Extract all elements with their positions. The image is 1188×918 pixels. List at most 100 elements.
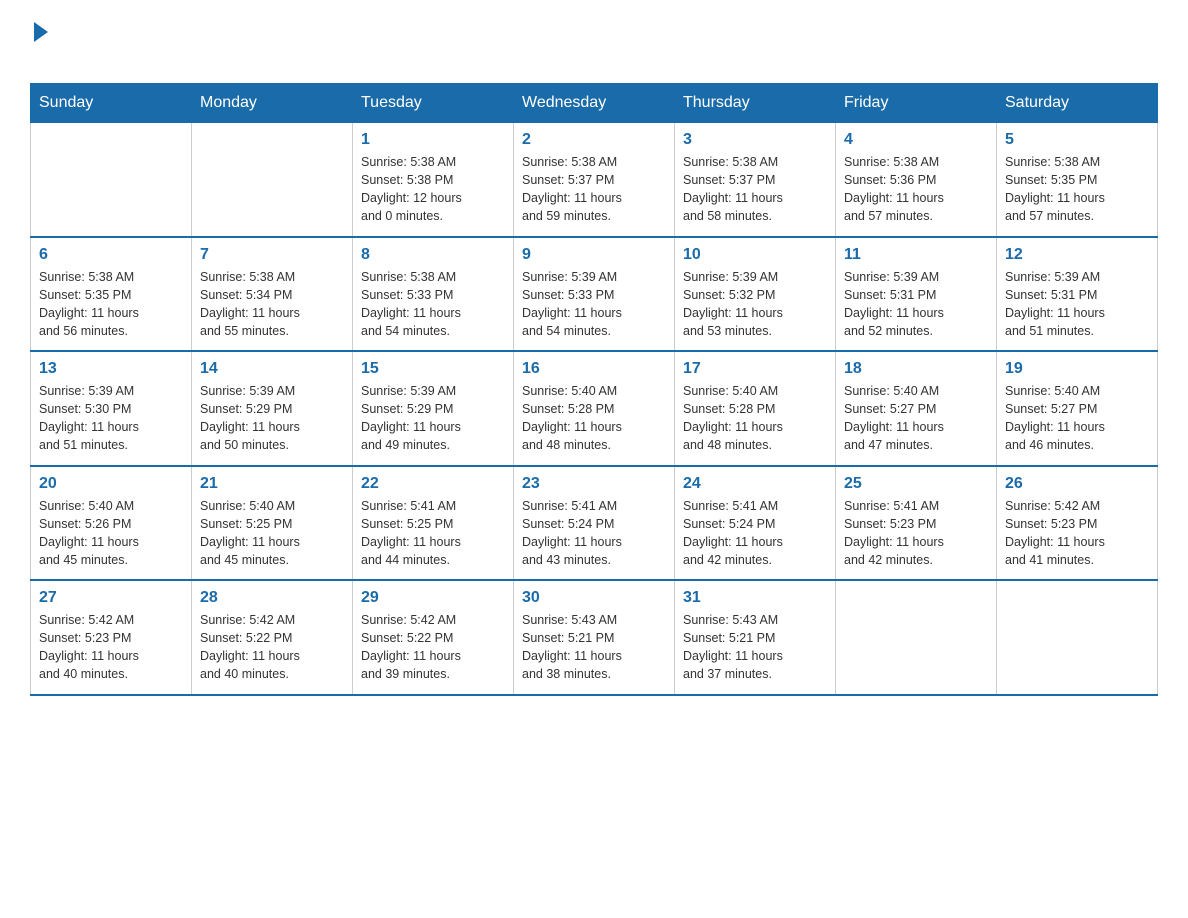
- day-info: Sunrise: 5:38 AM Sunset: 5:38 PM Dayligh…: [361, 153, 505, 226]
- column-header-friday: Friday: [836, 84, 997, 123]
- logo: [30, 20, 48, 73]
- column-header-thursday: Thursday: [675, 84, 836, 123]
- calendar-cell: 19 Sunrise: 5:40 AM Sunset: 5:27 PM Dayli…: [997, 351, 1158, 466]
- calendar-cell: 16 Sunrise: 5:40 AM Sunset: 5:28 PM Dayli…: [514, 351, 675, 466]
- day-info: Sunrise: 5:40 AM Sunset: 5:26 PM Dayligh…: [39, 497, 183, 570]
- calendar-cell: 18 Sunrise: 5:40 AM Sunset: 5:27 PM Dayli…: [836, 351, 997, 466]
- day-info: Sunrise: 5:38 AM Sunset: 5:34 PM Dayligh…: [200, 268, 344, 341]
- calendar-header-row: SundayMondayTuesdayWednesdayThursdayFrid…: [31, 84, 1158, 123]
- calendar-week-row: 13 Sunrise: 5:39 AM Sunset: 5:30 PM Dayli…: [31, 351, 1158, 466]
- calendar-cell: 11 Sunrise: 5:39 AM Sunset: 5:31 PM Dayli…: [836, 237, 997, 352]
- calendar-cell: 29 Sunrise: 5:42 AM Sunset: 5:22 PM Dayli…: [353, 580, 514, 695]
- day-number: 18: [844, 360, 988, 378]
- calendar-cell: 20 Sunrise: 5:40 AM Sunset: 5:26 PM Dayli…: [31, 466, 192, 581]
- calendar-cell: [192, 123, 353, 237]
- day-info: Sunrise: 5:39 AM Sunset: 5:32 PM Dayligh…: [683, 268, 827, 341]
- day-number: 30: [522, 589, 666, 607]
- calendar-cell: 8 Sunrise: 5:38 AM Sunset: 5:33 PM Daylig…: [353, 237, 514, 352]
- day-number: 6: [39, 246, 183, 264]
- day-info: Sunrise: 5:42 AM Sunset: 5:23 PM Dayligh…: [1005, 497, 1149, 570]
- day-info: Sunrise: 5:42 AM Sunset: 5:22 PM Dayligh…: [200, 611, 344, 684]
- day-number: 28: [200, 589, 344, 607]
- calendar-cell: 25 Sunrise: 5:41 AM Sunset: 5:23 PM Dayli…: [836, 466, 997, 581]
- day-info: Sunrise: 5:39 AM Sunset: 5:31 PM Dayligh…: [844, 268, 988, 341]
- day-number: 26: [1005, 475, 1149, 493]
- calendar-cell: 24 Sunrise: 5:41 AM Sunset: 5:24 PM Dayli…: [675, 466, 836, 581]
- day-number: 21: [200, 475, 344, 493]
- day-info: Sunrise: 5:39 AM Sunset: 5:30 PM Dayligh…: [39, 382, 183, 455]
- day-info: Sunrise: 5:40 AM Sunset: 5:27 PM Dayligh…: [1005, 382, 1149, 455]
- column-header-wednesday: Wednesday: [514, 84, 675, 123]
- day-number: 3: [683, 131, 827, 149]
- day-number: 24: [683, 475, 827, 493]
- day-number: 16: [522, 360, 666, 378]
- calendar-table: SundayMondayTuesdayWednesdayThursdayFrid…: [30, 83, 1158, 696]
- day-number: 13: [39, 360, 183, 378]
- calendar-week-row: 6 Sunrise: 5:38 AM Sunset: 5:35 PM Daylig…: [31, 237, 1158, 352]
- calendar-cell: 15 Sunrise: 5:39 AM Sunset: 5:29 PM Dayli…: [353, 351, 514, 466]
- day-info: Sunrise: 5:39 AM Sunset: 5:29 PM Dayligh…: [200, 382, 344, 455]
- column-header-sunday: Sunday: [31, 84, 192, 123]
- calendar-week-row: 20 Sunrise: 5:40 AM Sunset: 5:26 PM Dayli…: [31, 466, 1158, 581]
- calendar-cell: 2 Sunrise: 5:38 AM Sunset: 5:37 PM Daylig…: [514, 123, 675, 237]
- day-info: Sunrise: 5:39 AM Sunset: 5:29 PM Dayligh…: [361, 382, 505, 455]
- day-info: Sunrise: 5:41 AM Sunset: 5:24 PM Dayligh…: [522, 497, 666, 570]
- calendar-cell: 26 Sunrise: 5:42 AM Sunset: 5:23 PM Dayli…: [997, 466, 1158, 581]
- calendar-cell: 10 Sunrise: 5:39 AM Sunset: 5:32 PM Dayli…: [675, 237, 836, 352]
- day-number: 17: [683, 360, 827, 378]
- day-info: Sunrise: 5:40 AM Sunset: 5:27 PM Dayligh…: [844, 382, 988, 455]
- calendar-cell: 22Sunrise: 5:41 AM Sunset: 5:25 PM Dayli…: [353, 466, 514, 581]
- day-number: 27: [39, 589, 183, 607]
- day-number: 4: [844, 131, 988, 149]
- calendar-cell: 13 Sunrise: 5:39 AM Sunset: 5:30 PM Dayli…: [31, 351, 192, 466]
- page-header: [30, 20, 1158, 73]
- day-number: 23: [522, 475, 666, 493]
- day-number: 19: [1005, 360, 1149, 378]
- day-number: 11: [844, 246, 988, 264]
- calendar-cell: 3 Sunrise: 5:38 AM Sunset: 5:37 PM Daylig…: [675, 123, 836, 237]
- calendar-cell: [997, 580, 1158, 695]
- day-info: Sunrise: 5:42 AM Sunset: 5:22 PM Dayligh…: [361, 611, 505, 684]
- calendar-cell: 12 Sunrise: 5:39 AM Sunset: 5:31 PM Dayli…: [997, 237, 1158, 352]
- calendar-cell: 28 Sunrise: 5:42 AM Sunset: 5:22 PM Dayli…: [192, 580, 353, 695]
- calendar-week-row: 27 Sunrise: 5:42 AM Sunset: 5:23 PM Dayli…: [31, 580, 1158, 695]
- calendar-cell: 7Sunrise: 5:38 AM Sunset: 5:34 PM Daylig…: [192, 237, 353, 352]
- day-number: 31: [683, 589, 827, 607]
- logo-arrow-icon: [34, 22, 48, 42]
- day-info: Sunrise: 5:40 AM Sunset: 5:25 PM Dayligh…: [200, 497, 344, 570]
- day-info: Sunrise: 5:43 AM Sunset: 5:21 PM Dayligh…: [522, 611, 666, 684]
- day-info: Sunrise: 5:39 AM Sunset: 5:33 PM Dayligh…: [522, 268, 666, 341]
- calendar-cell: 9 Sunrise: 5:39 AM Sunset: 5:33 PM Daylig…: [514, 237, 675, 352]
- day-info: Sunrise: 5:42 AM Sunset: 5:23 PM Dayligh…: [39, 611, 183, 684]
- day-number: 2: [522, 131, 666, 149]
- day-info: Sunrise: 5:40 AM Sunset: 5:28 PM Dayligh…: [522, 382, 666, 455]
- day-number: 15: [361, 360, 505, 378]
- day-number: 12: [1005, 246, 1149, 264]
- day-info: Sunrise: 5:38 AM Sunset: 5:33 PM Dayligh…: [361, 268, 505, 341]
- day-number: 20: [39, 475, 183, 493]
- day-info: Sunrise: 5:41 AM Sunset: 5:23 PM Dayligh…: [844, 497, 988, 570]
- day-info: Sunrise: 5:43 AM Sunset: 5:21 PM Dayligh…: [683, 611, 827, 684]
- day-info: Sunrise: 5:38 AM Sunset: 5:37 PM Dayligh…: [683, 153, 827, 226]
- calendar-cell: 30 Sunrise: 5:43 AM Sunset: 5:21 PM Dayli…: [514, 580, 675, 695]
- day-info: Sunrise: 5:38 AM Sunset: 5:36 PM Dayligh…: [844, 153, 988, 226]
- day-number: 8: [361, 246, 505, 264]
- day-info: Sunrise: 5:38 AM Sunset: 5:35 PM Dayligh…: [1005, 153, 1149, 226]
- day-info: Sunrise: 5:40 AM Sunset: 5:28 PM Dayligh…: [683, 382, 827, 455]
- calendar-cell: [31, 123, 192, 237]
- day-info: Sunrise: 5:38 AM Sunset: 5:37 PM Dayligh…: [522, 153, 666, 226]
- calendar-cell: 23 Sunrise: 5:41 AM Sunset: 5:24 PM Dayli…: [514, 466, 675, 581]
- day-number: 25: [844, 475, 988, 493]
- day-info: Sunrise: 5:38 AM Sunset: 5:35 PM Dayligh…: [39, 268, 183, 341]
- day-number: 29: [361, 589, 505, 607]
- calendar-cell: 14 Sunrise: 5:39 AM Sunset: 5:29 PM Dayli…: [192, 351, 353, 466]
- calendar-cell: 1Sunrise: 5:38 AM Sunset: 5:38 PM Daylig…: [353, 123, 514, 237]
- day-number: 10: [683, 246, 827, 264]
- day-info: Sunrise: 5:41 AM Sunset: 5:24 PM Dayligh…: [683, 497, 827, 570]
- calendar-week-row: 1Sunrise: 5:38 AM Sunset: 5:38 PM Daylig…: [31, 123, 1158, 237]
- day-number: 22: [361, 475, 505, 493]
- day-number: 14: [200, 360, 344, 378]
- day-info: Sunrise: 5:39 AM Sunset: 5:31 PM Dayligh…: [1005, 268, 1149, 341]
- day-number: 9: [522, 246, 666, 264]
- calendar-cell: 21 Sunrise: 5:40 AM Sunset: 5:25 PM Dayli…: [192, 466, 353, 581]
